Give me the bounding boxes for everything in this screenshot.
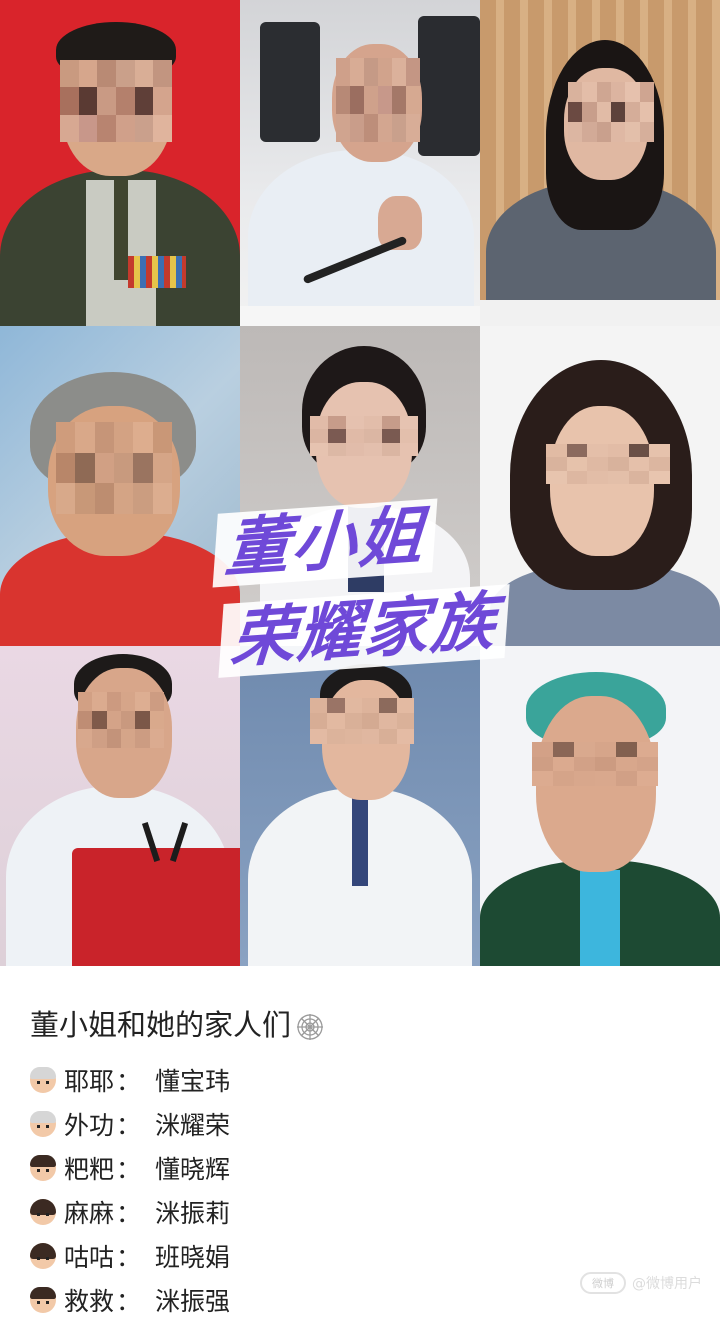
face-mosaic [60, 60, 172, 142]
overlay-title: 董小姐 荣耀家族 [210, 498, 520, 692]
watermark-text: @微博用户 [632, 1276, 702, 1292]
photo-8 [240, 646, 480, 966]
man-emoji-icon [30, 1287, 56, 1313]
member-row: 救救： 洣振强 [30, 1278, 430, 1322]
caption: 董小姐和她的家人们 耶耶：懂宝玮 外功：洣耀荣 粑粑：懂晓辉 麻麻：洣振莉 咕咕… [0, 966, 720, 1316]
member-colon: ： [116, 1199, 142, 1228]
photo-3 [480, 0, 720, 326]
face-mosaic [310, 416, 418, 456]
member-row: 麻麻： 洣振莉 [30, 1190, 430, 1234]
member-colon: ： [116, 1243, 142, 1272]
member-name: 洣耀荣 [155, 1111, 231, 1140]
face-mosaic [532, 742, 658, 786]
member-relation: 麻麻 [64, 1199, 115, 1228]
face-mosaic [56, 422, 172, 514]
caption-title: 董小姐和她的家人们 [30, 1002, 325, 1044]
photo-collage: 董小姐 荣耀家族 [0, 0, 720, 966]
member-row: 粑粑： 懂晓辉 [30, 1146, 430, 1190]
member-relation: 咕咕 [64, 1243, 115, 1272]
face-mosaic [336, 58, 420, 142]
photo-9 [480, 646, 720, 966]
overlay-title-line-1: 董小姐 [212, 498, 438, 588]
older-man-emoji-icon [30, 1111, 56, 1137]
member-relation: 耶耶 [64, 1067, 115, 1096]
member-relation: 粑粑 [64, 1155, 115, 1184]
member-row: 外功： 洣耀荣 [30, 1102, 430, 1146]
member-colon: ： [116, 1067, 142, 1096]
member-row: 咕咕： 班晓娟 [30, 1234, 430, 1278]
photo-2 [240, 0, 480, 326]
member-name: 洣振强 [155, 1287, 231, 1316]
face-mosaic [78, 692, 164, 748]
watermark: 微博 @微博用户 [580, 1272, 702, 1294]
photo-1 [0, 0, 240, 326]
member-row: 耶耶： 懂宝玮 [30, 1058, 430, 1102]
member-list: 耶耶：懂宝玮 外功：洣耀荣 粑粑：懂晓辉 麻麻：洣振莉 咕咕：班晓娟 救救：洣振… [30, 1058, 430, 1322]
caption-title-text: 董小姐和她的家人们 [30, 1008, 292, 1042]
older-man-emoji-icon [30, 1067, 56, 1093]
member-name: 班晓娟 [155, 1243, 231, 1272]
spider-web-icon [295, 1012, 325, 1042]
podium-lettering [92, 871, 235, 929]
photo-4 [0, 326, 240, 646]
woman-emoji-icon [30, 1199, 56, 1225]
face-mosaic [568, 82, 654, 142]
photo-7 [0, 646, 240, 966]
woman-emoji-icon [30, 1243, 56, 1269]
member-relation: 救救 [64, 1287, 115, 1316]
member-colon: ： [116, 1155, 142, 1184]
watermark-logo: 微博 [580, 1272, 626, 1294]
member-colon: ： [116, 1111, 142, 1140]
overlay-title-line-2: 荣耀家族 [218, 584, 510, 679]
member-name: 懂晓辉 [155, 1155, 231, 1184]
member-name: 懂宝玮 [155, 1067, 231, 1096]
member-name: 洣振莉 [155, 1199, 231, 1228]
member-relation: 外功 [64, 1111, 115, 1140]
member-colon: ： [116, 1287, 142, 1316]
face-mosaic [310, 698, 414, 744]
man-emoji-icon [30, 1155, 56, 1181]
face-mosaic [546, 444, 670, 484]
